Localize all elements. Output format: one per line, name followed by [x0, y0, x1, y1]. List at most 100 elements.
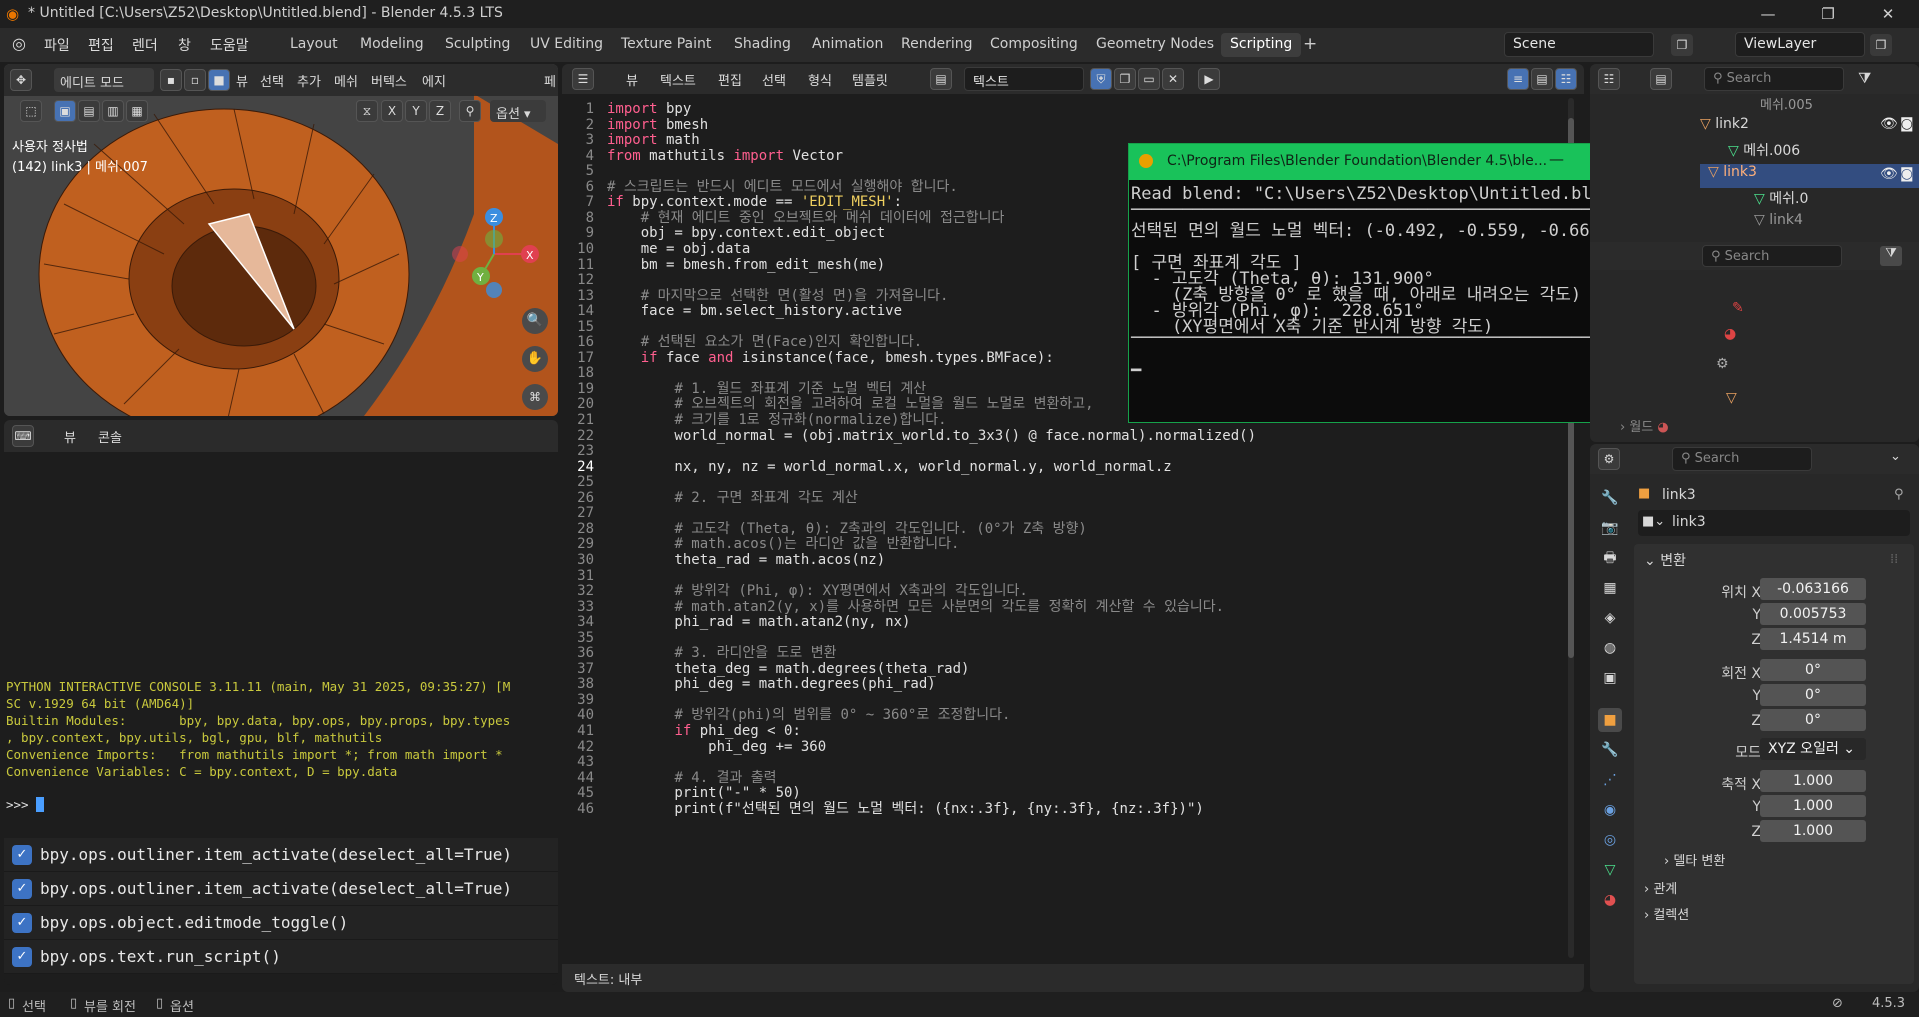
editor-menu-text[interactable]: 텍스트	[660, 70, 696, 89]
code-line[interactable]: phi_rad = math.atan2(ny, nx)	[607, 613, 910, 632]
info-log-item[interactable]: ✓ bpy.ops.object.editmode_toggle()	[4, 906, 558, 940]
location-y-field[interactable]: 0.005753	[1760, 603, 1866, 625]
camera-view-icon[interactable]: ⌘	[522, 384, 548, 410]
text-editor-icon[interactable]: ☰	[572, 68, 594, 90]
editor-type-icon[interactable]: ✥	[10, 69, 32, 91]
editor-menu-view[interactable]: 뷰	[626, 70, 638, 89]
properties-search[interactable]: ⚲ Search	[1672, 447, 1812, 471]
modifier-icon[interactable]: 🔧	[1598, 738, 1622, 762]
visibility-icon[interactable]: 👁	[1880, 116, 1898, 132]
tab-rendering[interactable]: Rendering	[892, 33, 982, 57]
navigation-gizmo[interactable]: X Z Y	[444, 204, 544, 304]
select-invert-icon[interactable]: ▦	[126, 100, 148, 122]
editor-menu-edit[interactable]: 편집	[718, 70, 742, 89]
code-line[interactable]: face = bm.select_history.active	[607, 302, 902, 321]
options-dropdown[interactable]: 옵션 ▾	[490, 100, 546, 122]
particles-icon[interactable]: ⋰	[1598, 768, 1622, 792]
render-camera-icon[interactable]: ◙	[1900, 166, 1914, 182]
vp-menu-select[interactable]: 선택	[260, 71, 284, 90]
data-icon[interactable]: ▽	[1598, 858, 1622, 882]
section-delta-transform[interactable]: › 델타 변환	[1664, 850, 1725, 869]
info-log-item[interactable]: ✓ bpy.ops.outliner.item_activate(deselect…	[4, 838, 558, 872]
scene-selector[interactable]: Scene	[1504, 32, 1654, 57]
outliner-editor-icon[interactable]: ☷	[1598, 68, 1620, 90]
output-icon[interactable]: 🖶	[1598, 546, 1622, 570]
cmd-minimize-button[interactable]: —	[1549, 150, 1564, 168]
world-icon[interactable]: ◍	[1598, 636, 1622, 660]
vp-menu-vertex[interactable]: 버텍스	[371, 71, 407, 90]
rotation-y-field[interactable]: 0°	[1760, 684, 1866, 706]
new-text-icon[interactable]: ❐	[1114, 68, 1136, 90]
syntax-highlight-icon[interactable]: ☷	[1555, 68, 1577, 90]
code-line[interactable]: phi_deg += 360	[607, 738, 826, 757]
console-editor-icon[interactable]: ⌨	[12, 425, 34, 447]
location-z-field[interactable]: 1.4514 m	[1760, 628, 1866, 650]
code-line[interactable]: if face and isinstance(face, bmesh.types…	[607, 349, 1054, 368]
word-wrap-icon[interactable]: ▤	[1531, 68, 1553, 90]
material-icon[interactable]: ◕	[1598, 888, 1622, 912]
visibility-icon[interactable]: 👁	[1880, 166, 1898, 182]
python-console[interactable]: ⌨ 뷰 콘솔 PYTHON INTERACTIVE CONSOLE 3.11.1…	[4, 420, 558, 985]
mode-selector[interactable]: 에디트 모드	[54, 68, 154, 92]
rotation-mode-dropdown[interactable]: XYZ 오일러 ⌄	[1760, 738, 1866, 760]
tab-sculpting[interactable]: Sculpting	[436, 33, 519, 57]
outliner-row[interactable]: 메쉬.005	[1760, 94, 1918, 116]
object-properties-icon[interactable]: ■	[1598, 708, 1622, 732]
collection-icon[interactable]: ▣	[1598, 666, 1622, 690]
code-line[interactable]: print(f"선택된 면의 월드 노멀 벡터: ({nx:.3f}, {ny:…	[607, 800, 1203, 819]
section-transform[interactable]: ⌄ 변환	[1644, 550, 1686, 570]
maximize-button[interactable]: ❐	[1805, 2, 1851, 26]
scale-x-field[interactable]: 1.000	[1760, 770, 1866, 792]
snap-icon[interactable]: ⚲	[459, 100, 481, 122]
3d-viewport[interactable]: ✥ 에디트 모드 ▪ ▫ ■ 뷰 선택 추가 메쉬 버텍스 에지 페 ⬚ ▣ ▤…	[4, 64, 558, 416]
vp-menu-face[interactable]: 페	[544, 71, 556, 90]
tab-scripting[interactable]: Scripting	[1221, 33, 1302, 57]
rotation-x-field[interactable]: 0°	[1760, 659, 1866, 681]
menu-file[interactable]: 파일	[44, 35, 70, 55]
outliner-row[interactable]: › 월드 ◕	[1620, 416, 1900, 438]
code-line[interactable]: theta_rad = math.acos(nz)	[607, 551, 885, 570]
outliner-row[interactable]: ▽ link4	[1754, 212, 1918, 236]
tab-uv-editing[interactable]: UV Editing	[521, 33, 612, 57]
filter-icon[interactable]: ⧩	[1858, 69, 1871, 87]
edge-select-icon[interactable]: ▫	[184, 69, 206, 91]
text-name-field[interactable]: 텍스트	[964, 67, 1084, 91]
console-menu-view[interactable]: 뷰	[64, 427, 76, 446]
vertex-select-icon[interactable]: ▪	[160, 69, 182, 91]
vp-menu-view[interactable]: 뷰	[236, 71, 248, 90]
drag-handle-icon[interactable]: ⁞⁞	[1890, 552, 1898, 567]
console-prompt[interactable]: >>> |	[6, 796, 556, 813]
line-numbers-icon[interactable]: ≡	[1507, 68, 1529, 90]
view-layer-icon[interactable]: ▦	[1598, 576, 1622, 600]
code-line[interactable]: world_normal = (obj.matrix_world.to_3x3(…	[607, 427, 1256, 446]
new-scene-icon[interactable]: ❐	[1671, 34, 1693, 56]
select-subtract-icon[interactable]: ▥	[102, 100, 124, 122]
tab-compositing[interactable]: Compositing	[981, 33, 1087, 57]
location-x-field[interactable]: -0.063166	[1760, 578, 1866, 600]
select-box-icon[interactable]: ▣	[54, 100, 76, 122]
pan-hand-icon[interactable]: ✋	[522, 346, 548, 372]
vp-menu-add[interactable]: 추가	[297, 71, 321, 90]
mirror-icon[interactable]: ⧖	[356, 100, 378, 122]
axis-x-toggle[interactable]: X	[381, 100, 403, 122]
axis-z-toggle[interactable]: Z	[429, 100, 451, 122]
zoom-icon[interactable]: 🔍	[522, 308, 548, 334]
display-mode-icon[interactable]: ▤	[1650, 68, 1672, 90]
face-select-icon[interactable]: ■	[208, 69, 230, 91]
editor-menu-select[interactable]: 선택	[762, 70, 786, 89]
info-log-item[interactable]: ✓ bpy.ops.text.run_script()	[4, 940, 558, 974]
axis-y-toggle[interactable]: Y	[405, 100, 427, 122]
blender-menu-icon[interactable]: ◎	[12, 34, 26, 53]
code-line[interactable]: from mathutils import Vector	[607, 147, 843, 166]
render-icon[interactable]: 📷	[1598, 516, 1622, 540]
properties-editor-icon[interactable]: ⚙	[1598, 448, 1620, 470]
new-viewlayer-icon[interactable]: ❐	[1870, 34, 1892, 56]
code-line[interactable]: bm = bmesh.from_edit_mesh(me)	[607, 256, 885, 275]
tab-shading[interactable]: Shading	[725, 33, 800, 57]
vp-menu-edge[interactable]: 에지	[422, 71, 446, 90]
minimize-button[interactable]: —	[1745, 2, 1791, 26]
rotation-z-field[interactable]: 0°	[1760, 709, 1866, 731]
pin-icon[interactable]: ⚲	[1894, 487, 1904, 502]
outliner-row[interactable]: ▽ 메쉬.006	[1728, 140, 1918, 164]
tab-layout[interactable]: Layout	[281, 33, 347, 57]
